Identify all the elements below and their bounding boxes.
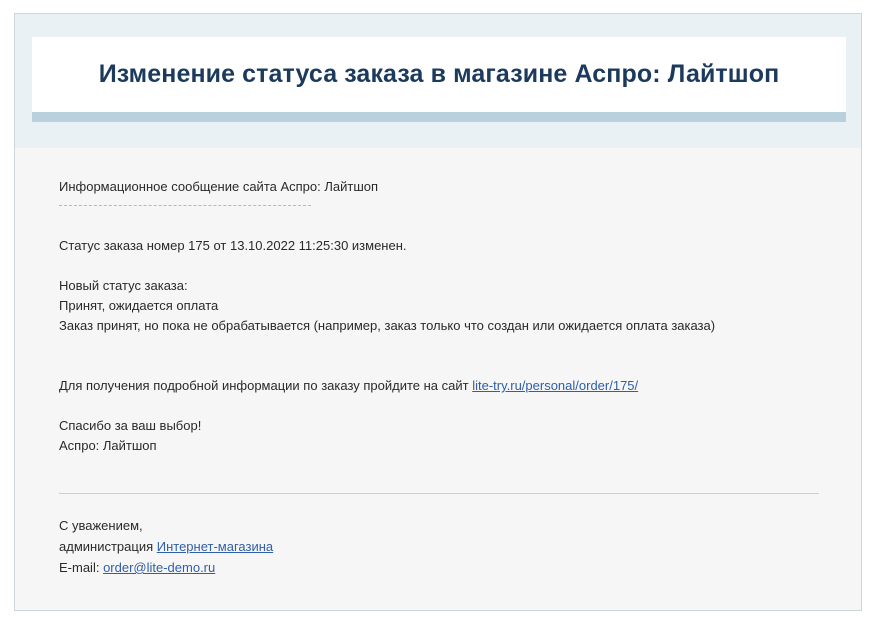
thanks-text: Спасибо за ваш выбор! [59,418,202,433]
email-link[interactable]: order@lite-demo.ru [103,560,215,575]
regards-text: С уважением, [59,518,143,533]
footer-divider [59,493,819,494]
new-status-label: Новый статус заказа: [59,278,188,293]
intro-text: Информационное сообщение сайта Аспро: Ла… [59,179,379,194]
title-card: Изменение статуса заказа в магазине Аспр… [32,37,846,112]
message-body: Информационное сообщение сайта Аспро: Ла… [59,177,819,456]
title-underline [32,112,846,122]
shop-link[interactable]: Интернет-магазина [157,539,273,554]
email-prefix: E-mail: [59,560,104,575]
shop-name: Аспро: Лайтшоп [59,438,157,453]
page-title: Изменение статуса заказа в магазине Аспр… [98,60,780,88]
details-text: Для получения подробной информации по за… [59,378,473,393]
email-line: E-mail: order@lite-demo.ru [59,557,819,578]
details-line: Для получения подробной информации по за… [59,376,819,396]
signature-block: С уважением, администрация Интернет-мага… [59,515,819,578]
status-line: Статус заказа номер 175 от 13.10.2022 11… [59,238,407,253]
admin-prefix: администрация [59,539,157,554]
admin-line: администрация Интернет-магазина [59,536,819,557]
new-status-value: Принят, ожидается оплата [59,298,219,313]
email-frame: Изменение статуса заказа в магазине Аспр… [14,13,862,611]
order-link[interactable]: lite-try.ru/personal/order/175/ [472,378,638,393]
status-description: Заказ принят, но пока не обрабатывается … [59,318,716,333]
